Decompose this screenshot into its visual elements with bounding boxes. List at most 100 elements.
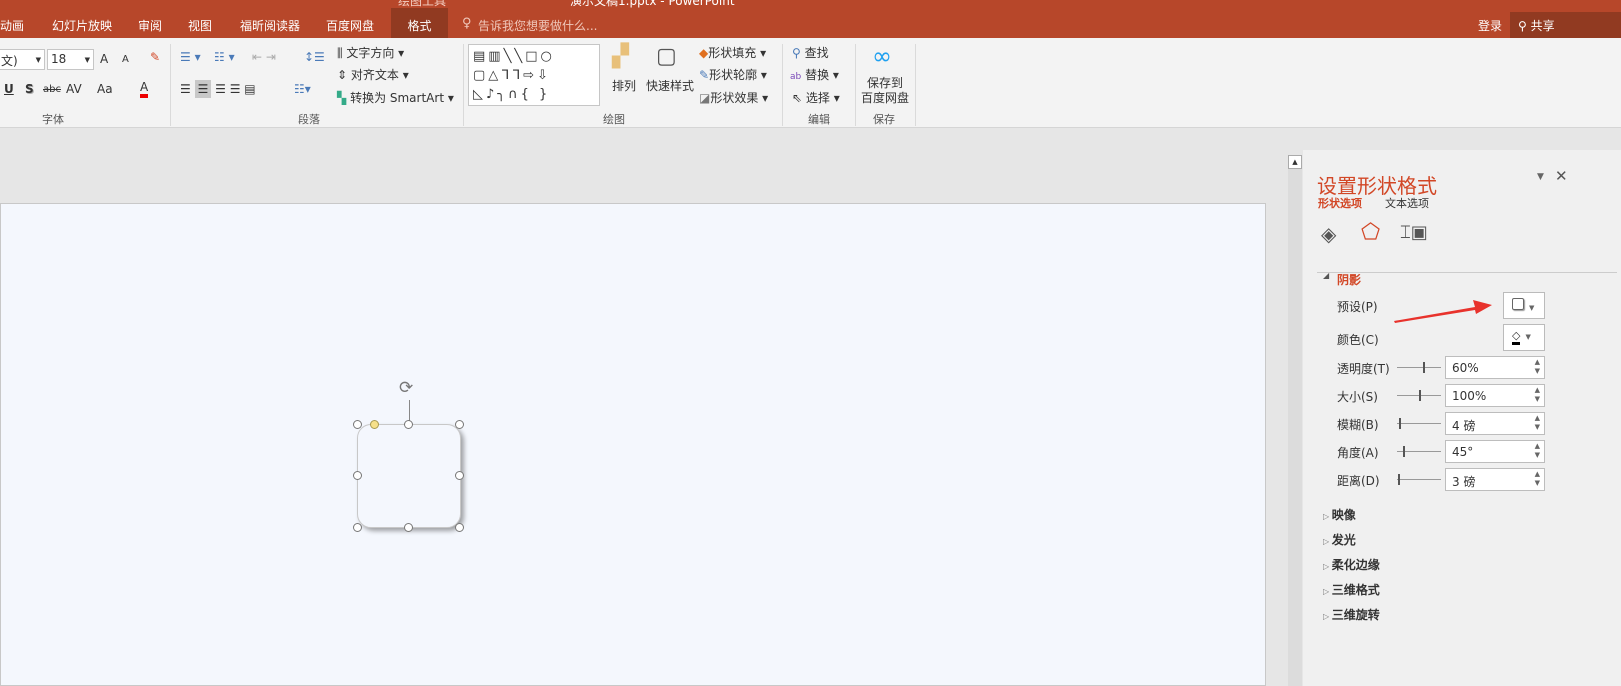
shape-outline-button[interactable]: ✎形状轮廓 ▾ xyxy=(699,66,767,83)
group-label-drawing: 绘图 xyxy=(603,113,625,126)
bullets-icon[interactable]: ☰ ▾ xyxy=(180,50,201,64)
adjust-handle[interactable] xyxy=(370,420,379,429)
slider-thumb[interactable] xyxy=(1423,362,1425,373)
change-case-button[interactable]: Aa xyxy=(97,82,113,96)
share-button[interactable]: ⚲ 共享 xyxy=(1510,12,1621,38)
font-color-button[interactable]: A xyxy=(140,80,149,98)
title-bar: 绘图工具 演示文稿1.pptx - PowerPoint 动画 幻灯片放映 审阅… xyxy=(0,0,1621,38)
numbering-icon[interactable]: ☷ ▾ xyxy=(214,50,235,64)
line-spacing-icon[interactable]: ↕☰ xyxy=(304,50,325,64)
slider-thumb[interactable] xyxy=(1399,418,1401,429)
slider-thumb[interactable] xyxy=(1403,446,1405,457)
indent-icons[interactable]: ⇤ ⇥ xyxy=(252,50,276,64)
char-spacing-button[interactable]: AV xyxy=(66,82,82,96)
effects-pentagon-icon[interactable]: ⬠ xyxy=(1361,220,1380,245)
shadow-2-spinner[interactable]: 4 磅 xyxy=(1445,412,1545,435)
rounded-rectangle-shape[interactable] xyxy=(357,424,461,528)
section-3[interactable]: 三维格式 xyxy=(1323,581,1380,598)
clear-format-icon[interactable]: ✎ xyxy=(150,50,160,64)
tab-text-options[interactable]: 文本选项 xyxy=(1385,195,1429,211)
shadow-0-label: 透明度(T) xyxy=(1337,362,1390,376)
shadow-0-slider[interactable] xyxy=(1397,362,1441,373)
group-label-editing: 编辑 xyxy=(808,113,830,126)
scroll-up-button[interactable]: ▲ xyxy=(1288,155,1302,169)
resize-handle[interactable] xyxy=(353,420,362,429)
annotation-arrow xyxy=(1394,300,1492,323)
shadow-2-slider[interactable] xyxy=(1397,418,1441,429)
shadow-button[interactable]: S xyxy=(25,82,34,96)
tab-baidu[interactable]: 百度网盘 xyxy=(326,17,374,34)
shadow-preset-dropdown[interactable]: ▼ xyxy=(1503,292,1545,319)
shadow-1-slider[interactable] xyxy=(1397,390,1441,401)
shape-fill-button[interactable]: ◆形状填充 ▾ xyxy=(699,44,766,61)
section-shadow[interactable]: 阴影 xyxy=(1337,271,1361,288)
shapes-gallery[interactable]: ▤▥╲╲□○ ▢△ᒣᒣ⇨⇩ ◺♪╮∩{ } xyxy=(468,44,600,106)
shadow-4-spinner[interactable]: 3 磅 xyxy=(1445,468,1545,491)
tab-animations[interactable]: 动画 xyxy=(0,17,24,34)
underline-button[interactable]: U xyxy=(4,82,14,96)
align-text-button[interactable]: ⇕ 对齐文本 ▾ xyxy=(337,66,409,83)
section-0[interactable]: 映像 xyxy=(1323,506,1356,523)
font-size-select[interactable]: 18 ▼ xyxy=(47,49,94,70)
section-1[interactable]: 发光 xyxy=(1323,531,1356,548)
tab-shape-options[interactable]: 形状选项 xyxy=(1318,195,1362,211)
grow-font-button[interactable]: A xyxy=(100,52,108,66)
slider-thumb[interactable] xyxy=(1419,390,1421,401)
group-label-font: 字体 xyxy=(42,113,64,126)
find-button[interactable]: ⚲ 查找 xyxy=(792,44,829,61)
rotate-handle-icon[interactable]: ⟳ xyxy=(399,378,413,398)
shape-effects-button[interactable]: ◪形状效果 ▾ xyxy=(699,89,768,106)
shadow-color-dropdown[interactable]: ◇ ▼ xyxy=(1503,324,1545,351)
shadow-4-slider[interactable] xyxy=(1397,474,1441,485)
smartart-button[interactable]: ▚ 转换为 SmartArt ▾ xyxy=(337,89,454,106)
resize-handle[interactable] xyxy=(404,523,413,532)
paint-bucket-icon: ◇ xyxy=(1512,329,1521,345)
pane-options-icon[interactable]: ▼ xyxy=(1537,172,1544,182)
resize-handle[interactable] xyxy=(353,523,362,532)
resize-handle[interactable] xyxy=(353,471,362,480)
shadow-3-slider[interactable] xyxy=(1397,446,1441,457)
lightbulb-icon: ♀ xyxy=(462,16,472,31)
close-icon[interactable]: ✕ xyxy=(1555,167,1568,185)
color-label: 颜色(C) xyxy=(1337,333,1379,347)
login-link[interactable]: 登录 xyxy=(1478,17,1502,34)
shadow-1-spinner[interactable]: 100% xyxy=(1445,384,1545,407)
tab-view[interactable]: 视图 xyxy=(188,17,212,34)
tab-review[interactable]: 审阅 xyxy=(138,17,162,34)
text-direction-button[interactable]: ⫼ 文字方向 ▾ xyxy=(337,44,404,61)
size-properties-icon[interactable]: ⌶▣ xyxy=(1400,222,1428,243)
section-4[interactable]: 三维旋转 xyxy=(1323,606,1380,623)
shadow-2-label: 模糊(B) xyxy=(1337,418,1379,432)
format-shape-pane: 设置形状格式 ▼ ✕ 形状选项 文本选项 ◈ ⬠ ⌶▣ ◢ 阴影 预设(P) ▼… xyxy=(1303,150,1621,686)
shrink-font-button[interactable]: A xyxy=(122,54,129,65)
slide-canvas[interactable]: ⟳ xyxy=(0,203,1266,686)
vertical-scrollbar[interactable]: ▲ xyxy=(1288,155,1302,686)
tell-me-input[interactable]: 告诉我您想要做什么... xyxy=(478,17,597,34)
arrange-button[interactable]: 排列 xyxy=(612,77,636,94)
tab-foxit[interactable]: 福昕阅读器 xyxy=(240,17,300,34)
shadow-0-spinner[interactable]: 60% xyxy=(1445,356,1545,379)
resize-handle[interactable] xyxy=(455,523,464,532)
tab-format[interactable]: 格式 xyxy=(391,8,448,38)
save-to-baidu-button[interactable]: 保存到 百度网盘 xyxy=(861,76,909,106)
slider-thumb[interactable] xyxy=(1398,474,1400,485)
quick-styles-button[interactable]: 快速样式 xyxy=(646,77,694,94)
resize-handle[interactable] xyxy=(404,420,413,429)
columns-icon[interactable]: ☷▾ xyxy=(294,82,311,96)
shadow-1-label: 大小(S) xyxy=(1337,390,1378,404)
shadow-3-label: 角度(A) xyxy=(1337,446,1379,460)
arrange-icon: ▞ xyxy=(612,44,629,69)
resize-handle[interactable] xyxy=(455,420,464,429)
shadow-3-spinner[interactable]: 45° xyxy=(1445,440,1545,463)
document-title: 演示文稿1.pptx - PowerPoint xyxy=(570,0,735,8)
replace-button[interactable]: ab 替换 ▾ xyxy=(790,66,839,83)
select-button[interactable]: ⇖ 选择 ▾ xyxy=(792,89,840,106)
section-2[interactable]: 柔化边缘 xyxy=(1323,556,1380,573)
ribbon: 文) ▼ 18 ▼ A A ✎ U S abc AV Aa A 字体 ☰ ▾ ☷ ▾… xyxy=(0,38,1621,128)
align-buttons[interactable]: ☰ ☰ ☰ ☰ ▤ xyxy=(180,80,256,98)
strikethrough-button[interactable]: abc xyxy=(43,84,61,95)
fill-line-icon[interactable]: ◈ xyxy=(1321,222,1336,246)
font-name-select[interactable]: 文) ▼ xyxy=(0,49,45,70)
resize-handle[interactable] xyxy=(455,471,464,480)
tab-slideshow[interactable]: 幻灯片放映 xyxy=(52,17,112,34)
